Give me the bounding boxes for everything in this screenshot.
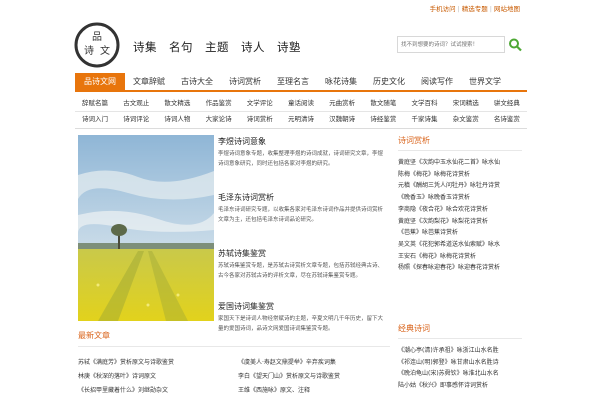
category-link[interactable]: 千家诗集	[412, 112, 438, 127]
list-item[interactable]: 陆小姑《秋兴》即事感怀诗词赏析	[398, 380, 522, 392]
section-heading: 经典诗词	[398, 323, 522, 339]
nav-articles[interactable]: 文章辞赋	[125, 73, 173, 90]
divider	[75, 128, 527, 129]
feature-desc: 李煜诗词意象专题，收集整理李煜的诗词成就，诗词研究文章，李煜诗词意象研究，同时还…	[218, 151, 384, 167]
category-link[interactable]: 诗经鉴赏	[370, 112, 396, 127]
category-link[interactable]: 童话阅读	[288, 96, 314, 111]
category-link[interactable]: 宋词精选	[453, 96, 479, 111]
list-item[interactable]: 《长招甲里藏着什么》刘继勋杂文	[78, 385, 238, 394]
feature-item: 毛泽东诗词赏析 毛泽东诗词研究专题，以收集各家对毛泽东诗词作品并提供诗词赏析文章…	[218, 192, 388, 242]
list-item[interactable]: 元稹《酬胡三凭人问牡丹》咏牡丹诗赏	[398, 180, 522, 192]
site-logo[interactable]: 品 诗 文	[74, 22, 120, 68]
category-link[interactable]: 诗词评论	[123, 112, 149, 127]
list-item[interactable]: 《晚香玉》咏晚香玉诗赏析	[398, 192, 522, 204]
feature-title[interactable]: 爱国诗词集鉴赏	[218, 301, 388, 313]
search-input[interactable]	[397, 36, 505, 53]
nav-world-lit[interactable]: 世界文学	[461, 73, 509, 90]
category-link[interactable]: 作品鉴赏	[206, 96, 232, 111]
feature-item: 苏轼诗集鉴赏 苏轼诗集鉴赏专题，是苏轼古诗赏析文章专题，包括苏轼经典古诗、古今各…	[218, 248, 388, 295]
sidebar-list: 黄庭坚《次韵中玉水仙花二首》咏水仙 陈梅《梅花》咏梅花诗赏析 元稹《酬胡三凭人问…	[398, 157, 522, 274]
category-link[interactable]: 汉魏朝诗	[329, 112, 355, 127]
subnav-poets[interactable]: 诗人	[241, 39, 265, 55]
subnav-themes[interactable]: 主题	[205, 39, 229, 55]
category-link[interactable]: 散文精选	[164, 96, 190, 111]
feature-item: 李煜诗词意象 李煜诗词意象专题，收集整理李煜的诗词成就，诗词研究文章，李煜诗词意…	[218, 136, 388, 186]
category-link[interactable]: 诗词人物	[164, 112, 190, 127]
sitemap-link[interactable]: 网站地图	[494, 5, 520, 13]
topics-link[interactable]: 精选专题	[462, 5, 488, 13]
category-link[interactable]: 杂文鉴赏	[453, 112, 479, 127]
nav-quotes[interactable]: 至理名言	[269, 73, 317, 90]
svg-text:文: 文	[100, 44, 110, 57]
list-item[interactable]: 林庚《秋深的落叶》诗词原文	[78, 371, 238, 380]
list-item[interactable]: 李商隐《夜合花》咏合欢花诗赏析	[398, 204, 522, 216]
category-link[interactable]: 诗词入门	[82, 112, 108, 127]
search-icon[interactable]	[507, 37, 523, 52]
category-row: 辞赋名篇 古文观止 散文精选 作品鉴赏 文学评论 童话阅读 元曲赏析 散文随笔 …	[75, 96, 527, 111]
list-item[interactable]: 王安石《梅花》咏梅花诗赏析	[398, 251, 522, 263]
category-link[interactable]: 辞赋名篇	[82, 96, 108, 111]
list-item[interactable]: 《芭蕉》咏芭蕉诗赏析	[398, 227, 522, 239]
nav-history[interactable]: 历史文化	[365, 73, 413, 90]
nav-reading[interactable]: 阅读写作	[413, 73, 461, 90]
main-nav: 品诗文网 文章辞赋 古诗大全 诗词赏析 至理名言 咏花诗集 历史文化 阅读写作 …	[75, 73, 527, 92]
feature-desc: 苏轼诗集鉴赏专题，是苏轼古诗赏析文章专题，包括苏轼经典古诗、古今各家对苏轼古诗的…	[218, 263, 384, 279]
list-item[interactable]: 《潮心亭(清)许承祖》咏浙江山水名胜	[398, 345, 522, 357]
section-heading: 诗词赏析	[398, 135, 522, 151]
feature-title[interactable]: 苏轼诗集鉴赏	[218, 248, 388, 260]
category-link[interactable]: 古文观止	[123, 96, 149, 111]
list-item[interactable]: 黄庭坚《次韵梨花》咏梨花诗赏析	[398, 216, 522, 228]
latest-list: 苏轼《满庭芳》赏析原文与诗歌鉴赏 《虞美人·寿赵文鼎提举》辛弃疾词集 林庚《秋深…	[78, 357, 390, 394]
sidebar-classics: 经典诗词 《潮心亭(清)许承祖》咏浙江山水名胜 《祁连山(明)郭登》咏甘肃山水名…	[398, 323, 522, 392]
top-links: 手机访问 | 精选专题 | 网站地图	[429, 5, 520, 13]
feature-desc: 毛泽东诗词研究专题，以收集各家对毛泽东诗词作品并提供诗词赏析文章为主，还包括毛泽…	[218, 207, 384, 223]
category-grid: 辞赋名篇 古文观止 散文精选 作品鉴赏 文学评论 童话阅读 元曲赏析 散文随笔 …	[75, 96, 527, 127]
latest-articles: 最新文章 苏轼《满庭芳》赏析原文与诗歌鉴赏 《虞美人·寿赵文鼎提举》辛弃疾词集 …	[78, 330, 390, 394]
category-row: 诗词入门 诗词评论 诗词人物 大家论诗 诗词赏析 元明清诗 汉魏朝诗 诗经鉴赏 …	[75, 112, 527, 127]
section-heading: 最新文章	[78, 330, 390, 347]
nav-poems[interactable]: 古诗大全	[173, 73, 221, 90]
category-link[interactable]: 大家论诗	[206, 112, 232, 127]
list-item[interactable]: 王维《西施咏》原文、注释	[238, 385, 388, 394]
feature-title[interactable]: 毛泽东诗词赏析	[218, 192, 388, 204]
list-item[interactable]: 黄庭坚《次韵中玉水仙花二首》咏水仙	[398, 157, 522, 169]
list-item[interactable]: 《虞美人·寿赵文鼎提举》辛弃疾词集	[238, 357, 388, 366]
list-item[interactable]: 陈梅《梅花》咏梅花诗赏析	[398, 169, 522, 181]
subnav-school[interactable]: 诗塾	[277, 39, 301, 55]
list-item[interactable]: 苏轼《满庭芳》赏析原文与诗歌鉴赏	[78, 357, 238, 366]
feature-list: 李煜诗词意象 李煜诗词意象专题，收集整理李煜的诗词成就，诗词研究文章，李煜诗词意…	[218, 136, 388, 340]
list-item[interactable]: 吴文英《花犯郭希道送水仙索赋》咏水	[398, 239, 522, 251]
list-item[interactable]: 李白《望天门山》赏析原文与诗歌鉴赏	[238, 371, 388, 380]
list-item[interactable]: 《晚泊龟山(宋)苏舜钦》咏淮北山水名	[398, 368, 522, 380]
category-link[interactable]: 文学百科	[412, 96, 438, 111]
search-box	[397, 36, 525, 53]
list-item[interactable]: 杨照《探春咏迎春花》咏迎春花诗赏析	[398, 262, 522, 274]
feature-photo[interactable]	[78, 135, 214, 321]
category-link[interactable]: 名诗鉴赏	[494, 112, 520, 127]
feature-title[interactable]: 李煜诗词意象	[218, 136, 388, 148]
nav-appreciation[interactable]: 诗词赏析	[221, 73, 269, 90]
category-link[interactable]: 诗词赏析	[247, 112, 273, 127]
category-link[interactable]: 散文随笔	[370, 96, 396, 111]
category-link[interactable]: 骈文经典	[494, 96, 520, 111]
sidebar-list: 《潮心亭(清)许承祖》咏浙江山水名胜 《祁连山(明)郭登》咏甘肃山水名胜诗 《晚…	[398, 345, 522, 392]
mobile-link[interactable]: 手机访问	[430, 5, 456, 13]
subnav-poems[interactable]: 诗集	[133, 39, 157, 55]
sub-nav: 诗集 名句 主题 诗人 诗塾	[133, 39, 301, 55]
list-item[interactable]: 《祁连山(明)郭登》咏甘肃山水名胜诗	[398, 357, 522, 369]
category-link[interactable]: 元明清诗	[288, 112, 314, 127]
svg-text:品: 品	[92, 31, 102, 43]
category-link[interactable]: 文学评论	[247, 96, 273, 111]
svg-text:诗: 诗	[84, 44, 94, 57]
nav-home[interactable]: 品诗文网	[75, 73, 125, 90]
nav-flower-poems[interactable]: 咏花诗集	[317, 73, 365, 90]
category-link[interactable]: 元曲赏析	[329, 96, 355, 111]
sidebar-appreciation: 诗词赏析 黄庭坚《次韵中玉水仙花二首》咏水仙 陈梅《梅花》咏梅花诗赏析 元稹《酬…	[398, 135, 522, 274]
subnav-quotes[interactable]: 名句	[169, 39, 193, 55]
